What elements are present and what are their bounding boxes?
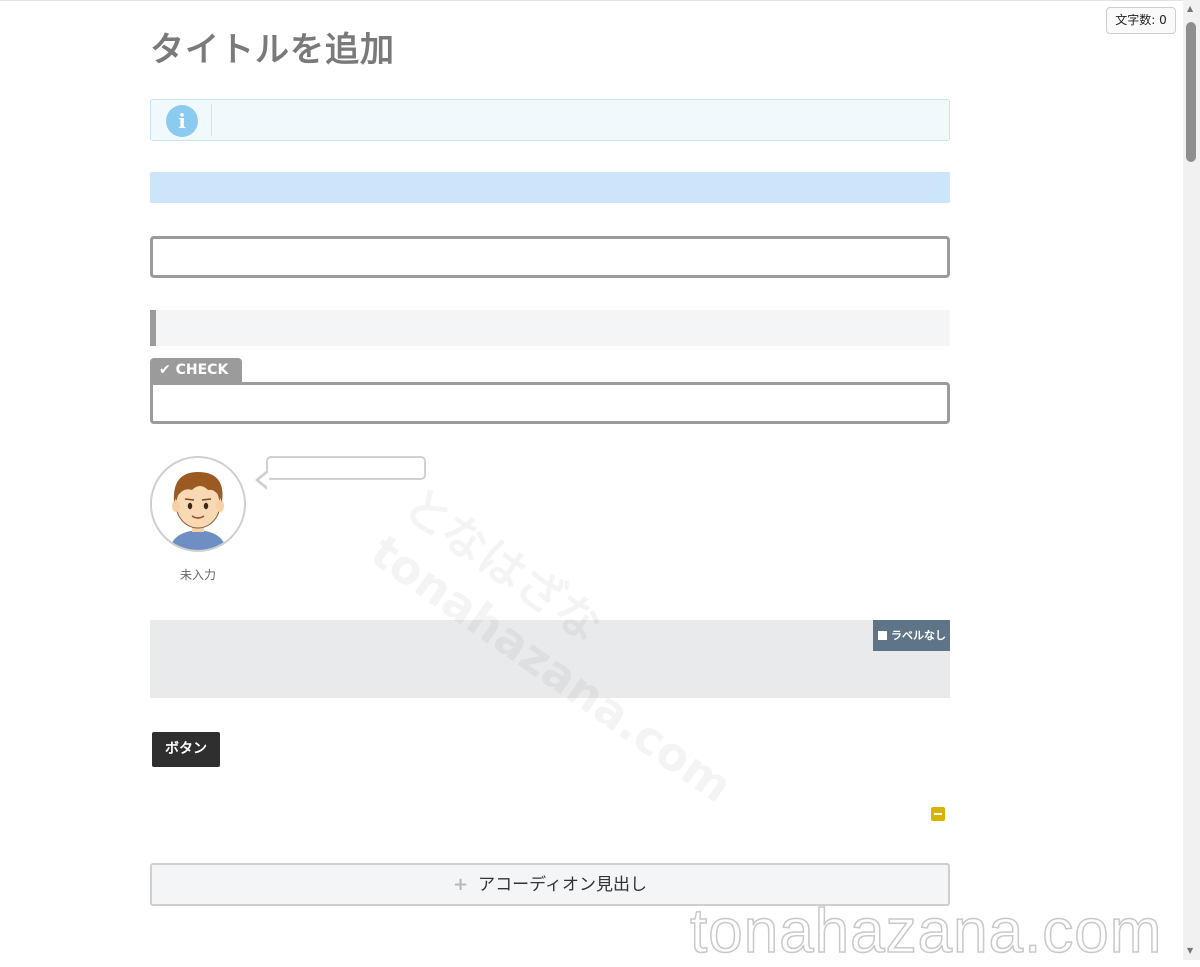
info-box-block[interactable]: i: [150, 99, 950, 141]
quote-block[interactable]: [150, 310, 950, 346]
word-count: 文字数: 0: [1106, 7, 1176, 34]
label-badge[interactable]: ラベルなし: [873, 620, 950, 651]
accordion-heading[interactable]: + アコーディオン見出し: [150, 863, 950, 906]
bubble-tail-inner: [259, 472, 269, 488]
scroll-up-icon[interactable]: ▲: [1187, 4, 1193, 13]
info-icon: i: [166, 105, 198, 137]
border-box-block[interactable]: [150, 236, 950, 278]
blue-heading-block[interactable]: [150, 172, 950, 203]
post-title-input[interactable]: タイトルを追加: [150, 22, 395, 71]
scroll-down-icon[interactable]: ▼: [1187, 946, 1193, 955]
accordion-heading-text: アコーディオン見出し: [478, 875, 647, 895]
collapse-toggle-icon[interactable]: [931, 807, 945, 821]
check-box-label: ✔ CHECK: [150, 358, 242, 383]
avatar-name: 未入力: [179, 568, 216, 582]
scrollbar[interactable]: ▲ ▼: [1183, 0, 1200, 960]
top-border: [0, 0, 1200, 1]
label-box-block[interactable]: ラベルなし: [150, 620, 950, 698]
check-box-block[interactable]: [150, 382, 950, 424]
button-block[interactable]: ボタン: [152, 732, 220, 767]
info-divider: [211, 104, 212, 136]
boy-avatar-icon[interactable]: [150, 456, 246, 552]
watermark: tonahazana.com: [689, 896, 1163, 967]
plus-icon: +: [453, 874, 469, 895]
check-label-text: CHECK: [175, 362, 229, 378]
scroll-thumb[interactable]: [1186, 22, 1196, 162]
speech-bubble[interactable]: [266, 456, 426, 480]
label-badge-text: ラベルなし: [891, 629, 946, 642]
checkmark-icon: ✔: [159, 362, 171, 378]
square-icon: [878, 631, 887, 640]
